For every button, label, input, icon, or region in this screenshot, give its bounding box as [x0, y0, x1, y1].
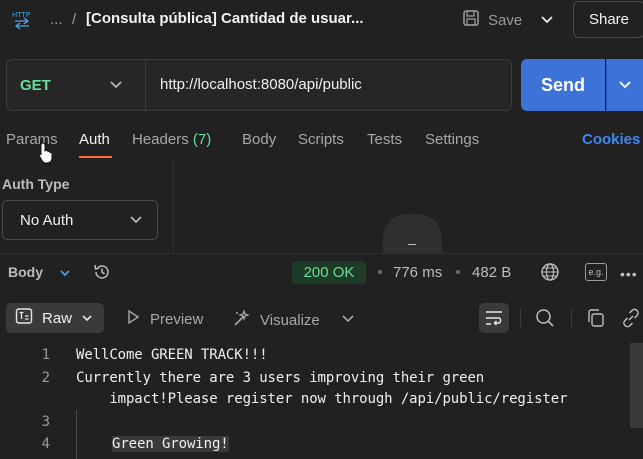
tab-headers[interactable]: Headers (7)	[132, 131, 211, 148]
history-icon[interactable]	[92, 262, 112, 282]
tab-body[interactable]: Body	[242, 131, 276, 148]
auth-type-value: No Auth	[20, 211, 74, 229]
search-icon[interactable]	[534, 307, 556, 329]
auth-divider	[173, 160, 174, 254]
code-line[interactable]: Green Growing!	[112, 436, 229, 452]
share-button[interactable]: Share	[573, 1, 643, 38]
vertical-scrollbar[interactable]	[630, 343, 643, 428]
response-time[interactable]: 776 ms	[393, 264, 442, 281]
send-options-chevron-down-icon[interactable]	[606, 59, 643, 111]
send-button[interactable]: Send	[521, 59, 605, 111]
raw-view-select[interactable]: Raw	[6, 303, 104, 333]
separator-dot	[378, 270, 382, 274]
headers-count: (7)	[192, 131, 212, 148]
line-number: 4	[41, 436, 50, 452]
tab-headers-label: Headers	[132, 131, 189, 148]
preview-label: Preview	[150, 310, 204, 328]
auth-type-label: Auth Type	[2, 176, 70, 192]
line-number: 2	[41, 370, 50, 386]
chevron-down-icon	[129, 212, 143, 229]
request-title[interactable]: [Consulta pública] Cantidad de usuar...	[86, 10, 364, 27]
globe-icon[interactable]	[540, 262, 560, 282]
save-label: Save	[488, 11, 523, 29]
http-file-icon: HTTP	[12, 8, 32, 30]
visualize-icon	[232, 308, 252, 332]
wrap-lines-icon[interactable]	[479, 303, 509, 333]
indent-guide	[76, 410, 77, 459]
url-divider	[145, 60, 146, 110]
save-icon	[462, 9, 480, 31]
breadcrumb-separator: /	[72, 11, 77, 28]
more-options-icon[interactable]: •••	[620, 266, 638, 282]
chevron-down-icon	[81, 310, 93, 327]
active-tab-indicator	[79, 156, 112, 158]
url-input[interactable]: http://localhost:8080/api/public	[160, 76, 362, 93]
save-example-icon[interactable]: e.g.	[585, 263, 607, 281]
preview-button[interactable]: Preview	[126, 309, 203, 329]
tab-auth[interactable]: Auth	[79, 131, 110, 148]
toolbar-divider	[571, 309, 572, 327]
line-number: 1	[41, 347, 50, 363]
tab-tests[interactable]: Tests	[367, 131, 402, 148]
status-badge[interactable]: 200 OK	[292, 261, 366, 284]
raw-label: Raw	[42, 309, 73, 327]
code-line[interactable]: Currently there are 3 users improving th…	[76, 370, 484, 386]
cookies-link[interactable]: Cookies	[582, 131, 640, 148]
method-chevron-down-icon[interactable]	[107, 77, 125, 93]
highlighted-text: Green Growing!	[112, 436, 229, 452]
save-button[interactable]: Save	[456, 2, 531, 38]
tab-settings[interactable]: Settings	[425, 131, 479, 148]
method-select[interactable]: GET	[20, 77, 51, 94]
response-body-label[interactable]: Body	[8, 264, 43, 280]
play-icon	[126, 309, 140, 329]
line-number: 3	[41, 414, 50, 430]
response-size[interactable]: 482 B	[472, 264, 511, 281]
raw-icon	[15, 307, 33, 329]
breadcrumb-ellipsis[interactable]: ...	[50, 11, 63, 28]
tab-scripts[interactable]: Scripts	[298, 131, 344, 148]
svg-text:HTTP: HTTP	[12, 11, 30, 19]
save-options-chevron-down-icon[interactable]	[537, 10, 557, 30]
code-line-wrapped[interactable]: impact!Please register now through /api/…	[76, 391, 567, 407]
body-chevron-down-icon[interactable]	[58, 266, 72, 278]
auth-type-select[interactable]: No Auth	[2, 200, 158, 240]
link-icon[interactable]	[620, 307, 642, 329]
code-line[interactable]: WellCome GREEN TRACK!!!	[76, 347, 268, 363]
visualize-button[interactable]: Visualize	[232, 308, 320, 332]
toolbar-divider	[520, 309, 521, 327]
pointer-cursor-icon	[38, 142, 56, 164]
separator-dot	[456, 270, 460, 274]
visualize-chevron-down-icon[interactable]	[340, 312, 356, 324]
resize-grip-icon	[408, 244, 416, 245]
copy-icon[interactable]	[585, 307, 607, 329]
visualize-label: Visualize	[260, 311, 320, 329]
